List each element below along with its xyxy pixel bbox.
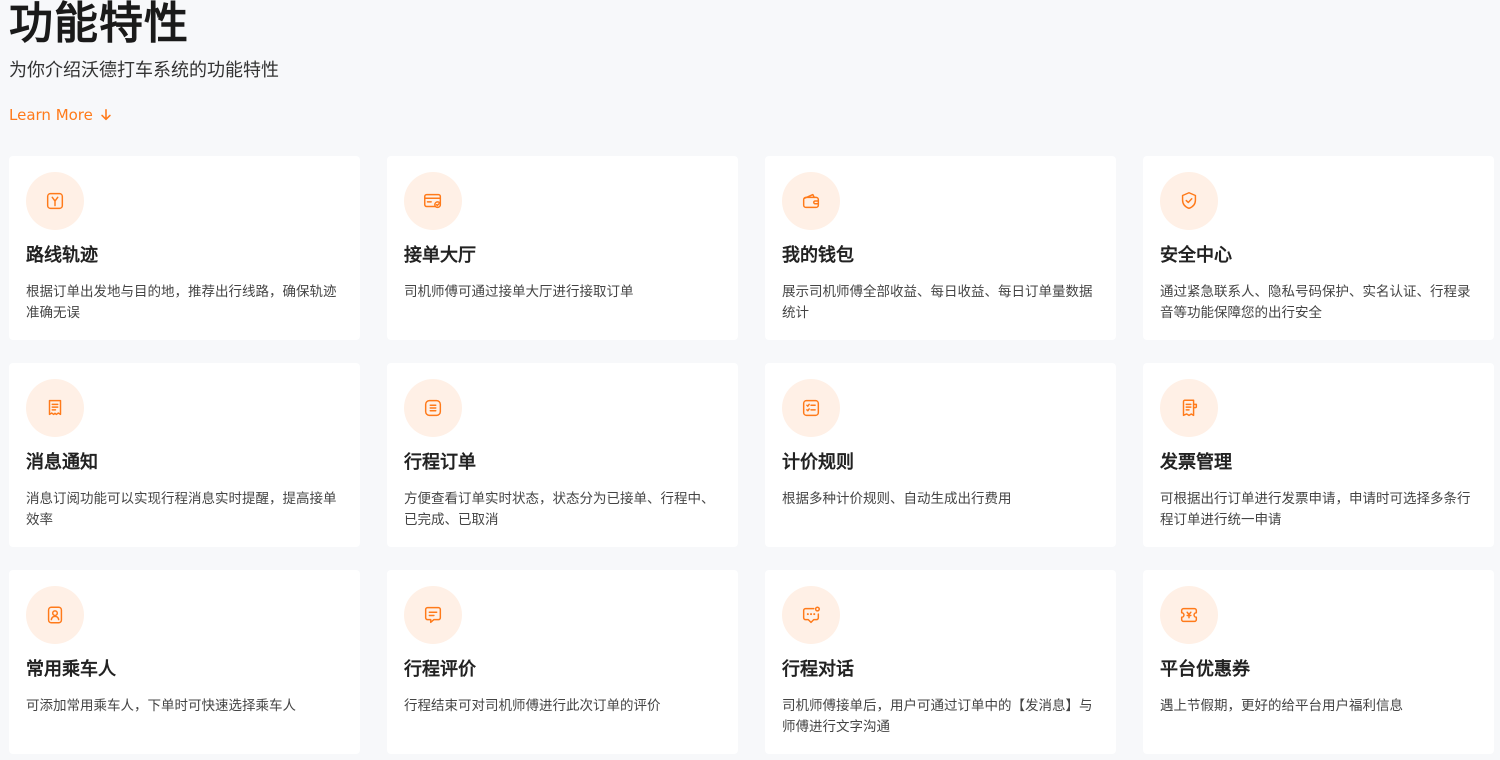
feature-title: 路线轨迹 xyxy=(26,245,98,266)
shield-icon xyxy=(1181,192,1197,210)
feature-card[interactable]: 行程对话 司机师傅接单后，用户可通过订单中的【发消息】与师傅进行文字沟通 xyxy=(765,570,1116,754)
feature-description: 司机师傅可通过接单大厅进行接取订单 xyxy=(404,284,634,300)
feature-title: 我的钱包 xyxy=(782,245,854,266)
arrow-down-icon xyxy=(101,108,111,121)
feature-card[interactable]: 平台优惠券 遇上节假期，更好的给平台用户福利信息 xyxy=(1143,570,1494,754)
feature-card[interactable]: 常用乘车人 可添加常用乘车人，下单时可快速选择乘车人 xyxy=(9,570,360,754)
order-hall-icon xyxy=(424,193,442,209)
feature-title: 行程对话 xyxy=(782,659,854,680)
invoice-icon xyxy=(1182,399,1198,417)
feature-description: 根据订单出发地与目的地，推荐出行线路，确保轨迹准确无误 xyxy=(26,284,337,321)
feature-title: 消息通知 xyxy=(26,452,98,473)
feature-description: 通过紧急联系人、隐私号码保护、实名认证、行程录音等功能保障您的出行安全 xyxy=(1160,284,1471,321)
learn-more-link[interactable]: Learn More xyxy=(9,105,113,125)
feature-description: 消息订阅功能可以实现行程消息实时提醒，提高接单效率 xyxy=(26,491,337,528)
feature-card[interactable]: 发票管理 可根据出行订单进行发票申请，申请时可选择多条行程订单进行统一申请 xyxy=(1143,363,1494,547)
chat-icon xyxy=(802,606,820,624)
learn-more-label: Learn More xyxy=(9,106,93,124)
feature-title: 常用乘车人 xyxy=(26,659,116,680)
page-subtitle: 为你介绍沃德打车系统的功能特性 xyxy=(9,60,279,81)
feature-description: 遇上节假期，更好的给平台用户福利信息 xyxy=(1160,698,1403,714)
feature-description: 行程结束可对司机师傅进行此次订单的评价 xyxy=(404,698,661,714)
feature-title: 行程订单 xyxy=(404,452,476,473)
trip-order-icon xyxy=(424,399,442,417)
feature-card[interactable]: 接单大厅 司机师傅可通过接单大厅进行接取订单 xyxy=(387,156,738,340)
passenger-icon xyxy=(47,606,63,624)
feature-description: 可根据出行订单进行发票申请，申请时可选择多条行程订单进行统一申请 xyxy=(1160,491,1471,528)
feature-title: 接单大厅 xyxy=(404,245,476,266)
feature-card[interactable]: 路线轨迹 根据订单出发地与目的地，推荐出行线路，确保轨迹准确无误 xyxy=(9,156,360,340)
feature-card[interactable]: 计价规则 根据多种计价规则、自动生成出行费用 xyxy=(765,363,1116,547)
page-title: 功能特性 xyxy=(9,0,189,49)
feature-card[interactable]: 我的钱包 展示司机师傅全部收益、每日收益、每日订单量数据统计 xyxy=(765,156,1116,340)
feature-title: 平台优惠券 xyxy=(1160,659,1250,680)
feature-title: 安全中心 xyxy=(1160,245,1232,266)
feature-description: 司机师傅接单后，用户可通过订单中的【发消息】与师傅进行文字沟通 xyxy=(782,698,1093,735)
feature-card[interactable]: 安全中心 通过紧急联系人、隐私号码保护、实名认证、行程录音等功能保障您的出行安全 xyxy=(1143,156,1494,340)
feature-description: 根据多种计价规则、自动生成出行费用 xyxy=(782,491,1012,507)
feature-card[interactable]: 消息通知 消息订阅功能可以实现行程消息实时提醒，提高接单效率 xyxy=(9,363,360,547)
route-icon xyxy=(46,192,64,210)
feature-card[interactable]: 行程订单 方便查看订单实时状态，状态分为已接单、行程中、已完成、已取消 xyxy=(387,363,738,547)
feature-title: 计价规则 xyxy=(782,452,854,473)
coupon-icon xyxy=(1180,607,1198,623)
review-icon xyxy=(424,606,442,624)
feature-title: 行程评价 xyxy=(404,659,476,680)
feature-description: 方便查看订单实时状态，状态分为已接单、行程中、已完成、已取消 xyxy=(404,491,715,528)
feature-card[interactable]: 行程评价 行程结束可对司机师傅进行此次订单的评价 xyxy=(387,570,738,754)
wallet-icon xyxy=(802,193,820,209)
feature-description: 可添加常用乘车人，下单时可快速选择乘车人 xyxy=(26,698,296,714)
notification-icon xyxy=(48,399,62,416)
pricing-icon xyxy=(802,399,820,417)
feature-grid: 路线轨迹 根据订单出发地与目的地，推荐出行线路，确保轨迹准确无误 接单大厅 司机… xyxy=(9,156,1494,754)
feature-title: 发票管理 xyxy=(1160,452,1232,473)
feature-description: 展示司机师傅全部收益、每日收益、每日订单量数据统计 xyxy=(782,284,1093,321)
